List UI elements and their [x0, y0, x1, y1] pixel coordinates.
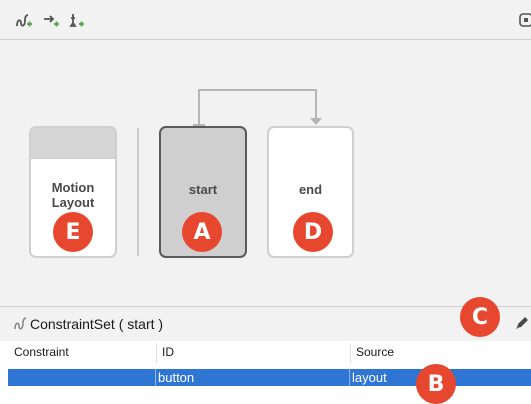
- callout-badge-e: E: [53, 212, 93, 252]
- motion-canvas: Motion Layout start end E A D: [0, 40, 531, 306]
- create-click-handler-icon[interactable]: [66, 10, 88, 30]
- cell-id: button: [158, 370, 195, 385]
- create-transition-icon[interactable]: [40, 10, 62, 30]
- panel-title: ConstraintSet ( start ): [30, 316, 164, 332]
- column-separator: [156, 343, 157, 363]
- constraint-table: Constraint ID Source button layout B: [0, 341, 531, 404]
- constraint-set-icon: [12, 315, 28, 335]
- column-header-constraint[interactable]: Constraint: [14, 345, 69, 359]
- motion-layout-card-header: [31, 128, 115, 159]
- start-label: start: [188, 182, 218, 197]
- column-separator: [350, 343, 351, 363]
- callout-badge-c: C: [460, 297, 500, 337]
- create-constraint-set-icon[interactable]: [12, 10, 34, 30]
- pencil-icon[interactable]: [514, 315, 530, 335]
- callout-badge-d: D: [293, 212, 333, 252]
- end-label: end: [298, 182, 323, 197]
- callout-badge-b: B: [416, 364, 456, 404]
- cell-separator: [349, 369, 350, 386]
- callout-badge-a: A: [182, 212, 222, 252]
- cell-source: layout: [352, 370, 387, 385]
- toggle-panel-icon[interactable]: [515, 10, 531, 30]
- motion-layout-label-line2: Layout: [51, 195, 95, 210]
- cell-separator: [155, 369, 156, 386]
- card-divider: [137, 128, 139, 256]
- motion-editor-toolbar: [0, 0, 531, 40]
- column-header-source[interactable]: Source: [356, 345, 394, 359]
- constraint-set-panel-header: ConstraintSet ( start ) C: [0, 297, 531, 341]
- motion-layout-label-line1: Motion: [51, 180, 95, 195]
- column-header-id[interactable]: ID: [162, 345, 174, 359]
